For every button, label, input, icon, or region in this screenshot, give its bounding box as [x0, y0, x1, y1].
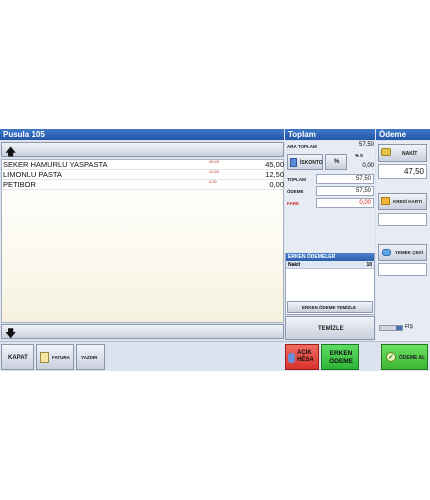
receipt-item-row[interactable]: PETIBOR 0,00 0,00 [2, 179, 285, 190]
invoice-button-label: FATURA [52, 355, 70, 360]
item-total: 0,00 [269, 180, 284, 189]
item-unit-price: 12,50 [209, 169, 220, 174]
total-value: 57,50 [355, 176, 371, 182]
payment-label: ÖDEME [287, 189, 304, 194]
cash-button[interactable]: NAKİT [378, 144, 427, 162]
credit-card-icon [381, 197, 390, 205]
cash-amount: 47,50 [403, 167, 424, 176]
receipt-item-row[interactable]: SEKER HAMURLU YASPASTA 45,00 45,00 [2, 159, 285, 170]
scroll-down-button[interactable]: 🡇 [1, 324, 284, 340]
early-payment-label: ERKEN ÖDEME [329, 350, 353, 365]
receipt-toggle-label: FİŞ [405, 324, 413, 330]
scroll-up-button[interactable]: 🡅 [1, 142, 284, 158]
discount-percent-label: % 0 [355, 153, 363, 158]
credit-card-amount-field[interactable] [378, 213, 427, 226]
early-payment-clear-label: ERKEN ÖDEME TEMİZLE [302, 305, 357, 310]
cash-amount-field[interactable]: 47,50 [378, 164, 427, 179]
early-payment-button[interactable]: ERKEN ÖDEME [321, 344, 359, 370]
pos-window: Pusula 105 🡅 SEKER HAMURLU YASPASTA 45,00… [0, 129, 430, 371]
open-account-label: AÇIK HESA [297, 350, 314, 363]
invoice-button[interactable]: FATURA [36, 344, 74, 370]
early-payment-row: Nakit 10 [286, 261, 374, 269]
percent-button[interactable]: % [325, 154, 347, 170]
clear-button-label: TEMİZLE [318, 326, 344, 332]
difference-field: 0,00 [316, 198, 374, 208]
receive-payment-label: ÖDEME AL [399, 355, 426, 361]
credit-card-button[interactable]: KREDİ KARTI [378, 193, 427, 210]
subtotal-value: 57,50 [358, 142, 374, 148]
difference-label: FARK [287, 201, 300, 206]
checkmark-icon: ✓ [386, 352, 396, 362]
meal-voucher-button[interactable]: YEMEK ÇEKİ [378, 244, 427, 261]
receipt-item-row[interactable]: LIMONLU PASTA 12,50 12,50 [2, 169, 285, 180]
person-icon [288, 353, 295, 363]
discount-button[interactable]: İSKONTO [287, 154, 323, 170]
print-button-label: YAZDIR [81, 355, 98, 360]
cash-icon [381, 148, 391, 156]
item-unit-price: 45,00 [209, 159, 220, 164]
receipt-toggle[interactable] [379, 325, 403, 331]
receipt-toggle-knob [396, 326, 402, 330]
meal-voucher-amount-field[interactable] [378, 263, 427, 276]
receipt-title: Pusula 105 [3, 130, 45, 139]
print-button[interactable]: YAZDIR [76, 344, 105, 370]
meal-voucher-icon [382, 249, 391, 256]
meal-voucher-button-label: YEMEK ÇEKİ [395, 250, 424, 255]
early-payment-name: Nakit [288, 262, 301, 268]
total-label: TOPLAM [287, 177, 306, 182]
early-payments-header: ERKEN ÖDEMELER [286, 253, 374, 261]
credit-card-button-label: KREDİ KARTI [393, 199, 422, 204]
payment-field: 57,50 [316, 186, 374, 196]
totals-title: Toplam [288, 130, 316, 139]
totals-title-bar: Toplam [285, 129, 375, 140]
early-payment-clear-button[interactable]: ERKEN ÖDEME TEMİZLE [287, 301, 373, 313]
discount-icon [290, 158, 297, 167]
payment-title-bar: Ödeme [376, 129, 430, 140]
cash-button-label: NAKİT [402, 151, 418, 157]
total-field: 57,50 [316, 174, 374, 184]
item-total: 45,00 [265, 160, 284, 169]
early-payments-title: ERKEN ÖDEMELER [288, 254, 336, 260]
close-button[interactable]: KAPAT [1, 344, 34, 370]
discount-value: 0,00 [362, 163, 374, 169]
item-name: PETIBOR [3, 180, 36, 189]
item-total: 12,50 [265, 170, 284, 179]
open-account-button[interactable]: AÇIK HESA [285, 344, 319, 370]
payment-value: 57,50 [355, 188, 371, 194]
item-name: SEKER HAMURLU YASPASTA [3, 160, 108, 169]
item-name: LIMONLU PASTA [3, 170, 62, 179]
receive-payment-button[interactable]: ✓ ÖDEME AL [381, 344, 428, 370]
receipt-items-list: SEKER HAMURLU YASPASTA 45,00 45,00 LIMONLU … [1, 159, 285, 323]
percent-button-label: % [334, 159, 340, 165]
difference-value: 0,00 [359, 200, 371, 206]
invoice-icon [40, 352, 49, 363]
early-payment-value: 10 [366, 262, 372, 268]
clear-button[interactable]: TEMİZLE [285, 316, 375, 340]
receipt-title-bar: Pusula 105 [0, 129, 284, 140]
close-button-label: KAPAT [8, 355, 28, 361]
subtotal-label: ARA TOPLAM [287, 144, 317, 149]
item-unit-price: 0,00 [209, 179, 217, 184]
discount-button-label: İSKONTO [300, 160, 323, 166]
payment-title: Ödeme [379, 130, 407, 139]
